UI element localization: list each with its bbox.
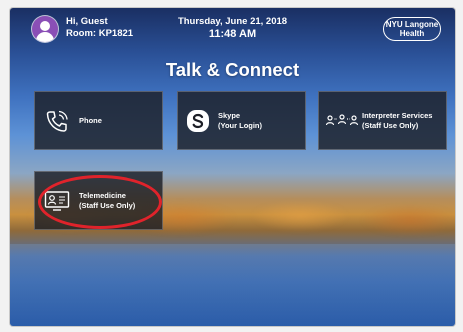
telemedicine-label: Telemedicine (Staff Use Only) [79, 191, 135, 210]
phone-label: Phone [79, 115, 102, 125]
interpreter-label: Interpreter Services (Staff Use Only) [362, 111, 432, 130]
skype-label-line1: Skype [218, 111, 241, 120]
skype-icon [178, 108, 218, 134]
kiosk-screen: Hi, Guest Room: KP1821 Thursday, June 21… [10, 8, 455, 326]
interpreter-services-tile[interactable]: Interpreter Services (Staff Use Only) [318, 91, 447, 150]
telemedicine-tile[interactable]: Telemedicine (Staff Use Only) [34, 171, 163, 230]
phone-tile[interactable]: Phone [34, 91, 163, 150]
skype-tile[interactable]: Skype (Your Login) [177, 91, 306, 150]
telemedicine-label-line1: Telemedicine [79, 191, 126, 200]
skype-label: Skype (Your Login) [218, 111, 262, 130]
brand-line-2: Health [399, 29, 425, 38]
interpreter-icon [319, 113, 362, 129]
telemedicine-label-line2: (Staff Use Only) [79, 200, 136, 210]
phone-icon [35, 108, 79, 134]
page-title: Talk & Connect [165, 59, 300, 80]
brand-logo: NYU Langone Health [383, 17, 441, 41]
telemedicine-icon [35, 190, 79, 212]
skype-label-line2: (Your Login) [218, 120, 263, 130]
interpreter-label-line1: Interpreter Services [362, 111, 433, 120]
brand-line-1: NYU Langone [385, 20, 439, 29]
interpreter-label-line2: (Staff Use Only) [362, 120, 419, 130]
top-bar: Hi, Guest Room: KP1821 Thursday, June 21… [10, 8, 455, 52]
